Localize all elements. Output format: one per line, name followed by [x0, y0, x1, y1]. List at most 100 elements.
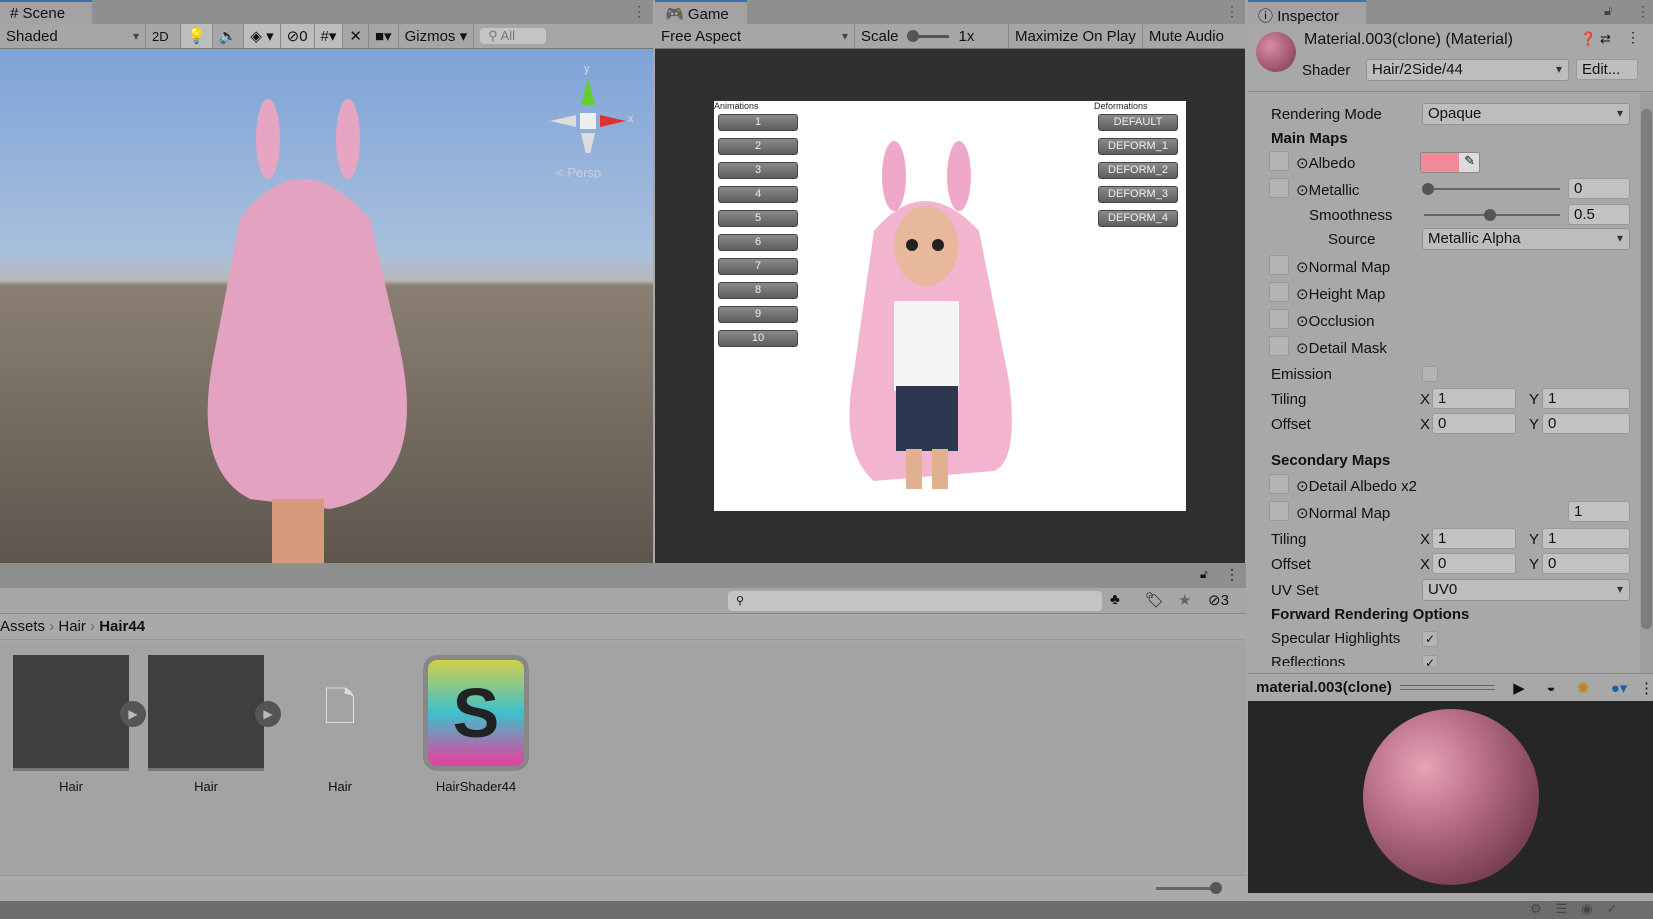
- more-options-icon[interactable]: ⋮: [1225, 3, 1239, 20]
- deformation-button-deform_3[interactable]: DEFORM_3: [1098, 186, 1178, 203]
- game-screen[interactable]: Animations Deformations 1 2 3 4 5 6 7 8 9 10 DEFAU…: [714, 101, 1186, 511]
- secondary-normal-scale-field[interactable]: 1: [1568, 501, 1630, 522]
- play-icon[interactable]: ▶: [1503, 679, 1535, 697]
- smoothness-slider[interactable]: [1424, 209, 1560, 221]
- animation-button-7[interactable]: 7: [718, 258, 798, 275]
- reflections-checkbox[interactable]: ✓: [1422, 655, 1438, 666]
- specular-highlights-checkbox[interactable]: ✓: [1422, 631, 1438, 647]
- offset-x-field[interactable]: 0: [1432, 413, 1516, 434]
- tiling-y-field[interactable]: 1: [1542, 388, 1630, 409]
- search-by-type-icon[interactable]: ♣: [1110, 591, 1120, 608]
- scale-track[interactable]: [906, 29, 949, 42]
- inspector-scrollbar[interactable]: [1640, 93, 1653, 673]
- more-options-icon[interactable]: ⋮: [1636, 3, 1650, 20]
- rendering-mode-dropdown[interactable]: Opaque: [1422, 103, 1630, 125]
- animation-button-10[interactable]: 10: [718, 330, 798, 347]
- tools-toggle[interactable]: ✕: [343, 24, 369, 48]
- normal-map-slot[interactable]: [1269, 255, 1289, 275]
- scale-slider[interactable]: Scale 1x: [855, 24, 1009, 48]
- smoothness-field[interactable]: 0.5: [1568, 204, 1630, 225]
- shader-dropdown[interactable]: Hair/2Side/44: [1366, 59, 1569, 81]
- aspect-dropdown[interactable]: Free Aspect: [655, 24, 855, 48]
- detail-albedo-slot[interactable]: [1269, 474, 1289, 494]
- asset-hair-file[interactable]: 🗋 Hair: [281, 655, 399, 794]
- maximize-on-play-toggle[interactable]: Maximize On Play: [1009, 24, 1143, 48]
- animation-button-3[interactable]: 3: [718, 162, 798, 179]
- help-icon[interactable]: ❓: [1580, 31, 1596, 47]
- asset-hair-model-2[interactable]: Hair ▶: [147, 655, 281, 794]
- metallic-slider[interactable]: [1422, 183, 1560, 195]
- material-preview[interactable]: [1248, 701, 1653, 893]
- status-icons[interactable]: ⚙☰◉✓: [1530, 901, 1632, 917]
- secondary-offset-y-field[interactable]: 0: [1542, 553, 1630, 574]
- animation-button-9[interactable]: 9: [718, 306, 798, 323]
- camera-dropdown[interactable]: ■▾: [369, 24, 399, 48]
- tab-scene[interactable]: # Scene: [0, 0, 92, 24]
- mute-audio-toggle[interactable]: Mute Audio: [1143, 24, 1230, 48]
- more-options-icon[interactable]: ⋮: [632, 3, 646, 20]
- eyedropper-icon[interactable]: ✎: [1464, 153, 1475, 169]
- audio-toggle[interactable]: 🔈: [213, 24, 245, 48]
- secondary-tiling-y-field[interactable]: 1: [1542, 528, 1630, 549]
- orientation-gizmo[interactable]: y x: [548, 63, 634, 163]
- scrollbar-thumb[interactable]: [1641, 109, 1652, 629]
- breadcrumb-hair44[interactable]: Hair44: [99, 618, 145, 635]
- height-map-slot[interactable]: [1269, 282, 1289, 302]
- gizmos-dropdown[interactable]: Gizmos ▾: [399, 24, 475, 48]
- deformation-button-default[interactable]: DEFAULT: [1098, 114, 1178, 131]
- deformation-button-deform_4[interactable]: DEFORM_4: [1098, 210, 1178, 227]
- breadcrumb-assets[interactable]: Assets: [0, 618, 45, 635]
- lighting-toggle[interactable]: 💡: [181, 24, 213, 48]
- favorites-icon[interactable]: ★: [1178, 591, 1191, 609]
- icon-size-slider[interactable]: [1156, 882, 1222, 894]
- hidden-packages-toggle[interactable]: ⊘3: [1208, 591, 1229, 609]
- edit-shader-button[interactable]: Edit...: [1576, 59, 1638, 80]
- metallic-texture-slot[interactable]: [1269, 178, 1289, 198]
- preview-drag-handle[interactable]: [1399, 685, 1495, 690]
- more-options-icon[interactable]: ⋮: [1626, 29, 1640, 46]
- detail-mask-slot[interactable]: [1269, 336, 1289, 356]
- animation-button-2[interactable]: 2: [718, 138, 798, 155]
- animation-button-5[interactable]: 5: [718, 210, 798, 227]
- light-icon[interactable]: ✺: [1567, 679, 1599, 697]
- scene-search[interactable]: ⚲ All: [474, 24, 552, 48]
- source-dropdown[interactable]: Metallic Alpha: [1422, 228, 1630, 250]
- expand-arrow-icon[interactable]: ▶: [120, 701, 146, 727]
- metallic-field[interactable]: 0: [1568, 178, 1630, 199]
- hidden-objects-toggle[interactable]: ⊘ 0: [280, 24, 315, 48]
- background-sphere-icon[interactable]: ●▾: [1599, 679, 1639, 697]
- secondary-normal-map-slot[interactable]: [1269, 501, 1289, 521]
- lock-icon[interactable]: 🔓︎: [1604, 3, 1612, 19]
- project-search-input[interactable]: ⚲: [728, 591, 1102, 611]
- secondary-tiling-x-field[interactable]: 1: [1432, 528, 1516, 549]
- animation-button-1[interactable]: 1: [718, 114, 798, 131]
- presets-icon[interactable]: ⇄: [1600, 31, 1611, 47]
- asset-hair-model[interactable]: Hair ▶: [12, 655, 146, 794]
- albedo-color-field[interactable]: ✎: [1420, 152, 1480, 173]
- offset-y-field[interactable]: 0: [1542, 413, 1630, 434]
- animation-button-8[interactable]: 8: [718, 282, 798, 299]
- more-options-icon[interactable]: ⋮: [1639, 679, 1653, 697]
- emission-checkbox[interactable]: [1422, 366, 1438, 382]
- animation-button-4[interactable]: 4: [718, 186, 798, 203]
- shading-mode-dropdown[interactable]: Shaded: [0, 24, 146, 48]
- search-by-label-icon[interactable]: 🏷︎: [1145, 591, 1164, 609]
- grid-dropdown[interactable]: #▾: [314, 24, 344, 48]
- secondary-offset-x-field[interactable]: 0: [1432, 553, 1516, 574]
- expand-arrow-icon[interactable]: ▶: [255, 701, 281, 727]
- preview-mesh-icon[interactable]: ◒: [1535, 679, 1567, 696]
- uv-set-dropdown[interactable]: UV0: [1422, 579, 1630, 601]
- breadcrumb-hair[interactable]: Hair: [58, 618, 86, 635]
- lock-icon[interactable]: 🔓︎: [1200, 567, 1208, 582]
- 2d-toggle[interactable]: 2D: [146, 24, 181, 48]
- albedo-texture-slot[interactable]: [1269, 151, 1289, 171]
- tiling-x-field[interactable]: 1: [1432, 388, 1516, 409]
- asset-hairshader44[interactable]: S HairShader44: [417, 655, 535, 794]
- more-options-icon[interactable]: ⋮: [1225, 566, 1239, 583]
- projection-label[interactable]: < Persp: [556, 165, 601, 180]
- occlusion-slot[interactable]: [1269, 309, 1289, 329]
- scene-viewport[interactable]: y x < Persp: [0, 49, 653, 563]
- effects-dropdown[interactable]: ◈ ▾: [244, 24, 281, 48]
- tab-inspector[interactable]: ⓘ Inspector: [1248, 0, 1366, 25]
- animation-button-6[interactable]: 6: [718, 234, 798, 251]
